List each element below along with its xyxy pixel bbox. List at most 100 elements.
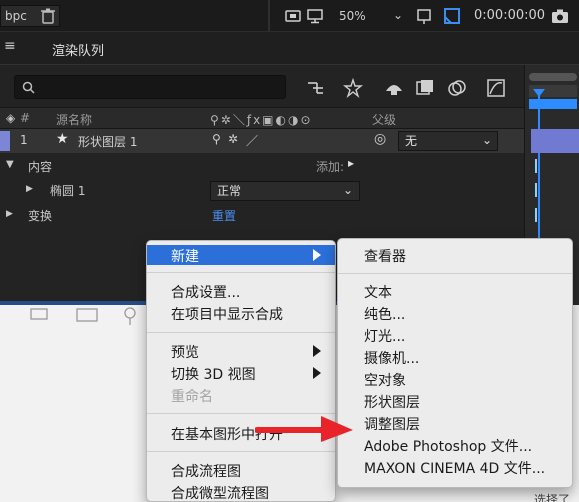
layer-name[interactable]: 形状图层 1 [78, 133, 137, 150]
context-menu: 新建 合成设置... 在项目中显示合成 预览 切换 3D 视图 重命名 在基本图… [146, 240, 336, 502]
menu-item-composition-flowchart[interactable]: 合成流程图 [147, 460, 335, 480]
label-color-swatch[interactable] [0, 131, 10, 151]
menu-separator [147, 332, 335, 333]
transparency-grid-icon[interactable] [442, 6, 462, 26]
menu-item-photoshop-file[interactable]: Adobe Photoshop 文件... [338, 435, 572, 455]
menu-item-label: 空对象 [364, 373, 406, 389]
column-source-name[interactable]: 源名称 [56, 111, 92, 128]
menu-item-label: MAXON CINEMA 4D 文件... [364, 461, 546, 477]
layer-row[interactable]: 1 ★ 形状图层 1 ⚲ ✲ ／ ◎ 无 ⌄ [0, 129, 528, 153]
menu-item-shape-layer[interactable]: 形状图层 [338, 391, 572, 411]
blend-mode-value: 正常 [217, 184, 242, 198]
menu-item-label: 新建 [171, 249, 199, 265]
parent-value: 无 [405, 134, 418, 148]
ellipse-row[interactable]: ▶ 椭圆 1 正常 ⌄ [0, 179, 528, 203]
composition-flowchart-icon[interactable] [305, 77, 327, 99]
layer-search-input[interactable] [14, 75, 286, 99]
frame-blending-icon[interactable] [414, 77, 436, 99]
ellipse-label: 椭圆 1 [50, 184, 86, 198]
column-parent[interactable]: 父级 [372, 111, 396, 128]
draft-3d-icon[interactable] [342, 77, 364, 99]
blend-mode-dropdown[interactable]: 正常 ⌄ [210, 181, 360, 201]
monitor-icon[interactable] [305, 6, 325, 26]
chevron-down-icon: ⌄ [392, 8, 403, 22]
zoom-dropdown[interactable]: 50% ⌄ [330, 5, 408, 27]
menu-item-solid[interactable]: 纯色... [338, 303, 572, 323]
shy-switch-icon[interactable]: ⚲ [212, 132, 221, 146]
timecode[interactable]: 0:00:00:00 [474, 8, 545, 23]
menu-item-composition-mini-flowchart[interactable]: 合成微型流程图 [147, 482, 335, 502]
reset-link[interactable]: 重置 [212, 207, 236, 224]
menu-item-viewer[interactable]: 查看器 [338, 245, 572, 265]
annotation-arrow-icon [255, 416, 353, 442]
zoom-value: 50% [339, 9, 366, 23]
time-navigator[interactable] [529, 73, 577, 81]
menu-item-composition-settings[interactable]: 合成设置... [147, 281, 335, 301]
add-menu-button[interactable]: ▸ [348, 156, 354, 170]
menu-item-label: 切换 3D 视图 [171, 367, 256, 383]
keyframe-marker [535, 159, 537, 173]
submenu-arrow-icon [313, 249, 321, 261]
region-of-interest-icon[interactable] [414, 6, 434, 26]
contents-row[interactable]: ▼ 内容 添加: ▸ [0, 155, 528, 179]
quality-switch-icon[interactable]: ／ [246, 132, 258, 149]
menu-item-switch-3d-view[interactable]: 切换 3D 视图 [147, 363, 335, 383]
search-icon [22, 81, 35, 94]
collapse-switch-icon[interactable]: ✲ [228, 132, 238, 146]
transform-row[interactable]: ▶ 变换 重置 [0, 204, 528, 228]
menu-item-label: 文本 [364, 285, 392, 301]
chevron-down-icon: ⌄ [481, 133, 492, 147]
new-submenu: 查看器 文本 纯色... 灯光... 摄像机... 空对象 形状图层 调整图层 … [337, 238, 573, 488]
parent-dropdown[interactable]: 无 ⌄ [398, 131, 498, 151]
menu-separator [338, 273, 572, 274]
trash-icon[interactable] [38, 6, 58, 26]
timeline-search-row [0, 65, 528, 107]
menu-item-label: 摄像机... [364, 351, 420, 367]
menu-item-text[interactable]: 文本 [338, 281, 572, 301]
disclosure-triangle-closed-icon[interactable]: ▶ [6, 209, 13, 219]
menu-item-label: 在项目中显示合成 [171, 307, 283, 323]
work-area-bar[interactable] [529, 99, 577, 109]
menu-item-label: 重命名 [171, 389, 213, 405]
menu-item-label: Adobe Photoshop 文件... [364, 439, 533, 455]
disclosure-triangle-closed-icon[interactable]: ▶ [26, 184, 33, 194]
menu-item-null-object[interactable]: 空对象 [338, 369, 572, 389]
after-effects-window: bpc 50% ⌄ 0:00:00:00 ≡ 渲染队列 ◈ # 源名称 ⚲✲＼ƒ… [0, 0, 579, 502]
transform-label: 变换 [28, 209, 53, 223]
camera-icon[interactable] [550, 6, 570, 26]
menu-item-label: 合成设置... [171, 285, 241, 301]
menu-item-preview[interactable]: 预览 [147, 341, 335, 361]
disclosure-triangle-open-icon[interactable]: ▼ [6, 159, 14, 170]
menu-item-label: 形状图层 [364, 395, 420, 411]
shy-layers-icon[interactable] [383, 77, 405, 99]
menu-item-light[interactable]: 灯光... [338, 325, 572, 345]
pick-whip-icon[interactable]: ◎ [374, 131, 386, 147]
submenu-arrow-icon [313, 367, 321, 379]
keyframe-marker [535, 183, 537, 197]
chevron-down-icon: ⌄ [342, 183, 353, 197]
menu-item-label: 合成流程图 [171, 464, 241, 480]
menu-separator [147, 272, 335, 273]
menu-item-adjustment-layer[interactable]: 调整图层 [338, 413, 572, 433]
menu-item-cinema4d-file[interactable]: MAXON CINEMA 4D 文件... [338, 457, 572, 477]
tab-render-queue[interactable]: 渲染队列 [52, 40, 104, 59]
menu-separator [147, 451, 335, 452]
menu-item-label: 预览 [171, 345, 199, 361]
column-number[interactable]: # [20, 111, 30, 125]
menu-item-reveal-in-project[interactable]: 在项目中显示合成 [147, 303, 335, 323]
panel-menu-icon[interactable]: ≡ [4, 38, 16, 54]
menu-item-new[interactable]: 新建 [147, 245, 335, 265]
microphone-icon [124, 307, 136, 325]
snapshot-icon[interactable] [283, 6, 303, 26]
panel-tab-bar: ≡ 渲染队列 [0, 32, 579, 65]
menu-item-label: 查看器 [364, 249, 406, 265]
toolbar-divider [268, 0, 270, 32]
graph-editor-icon[interactable] [485, 77, 507, 99]
output-icon [76, 308, 98, 322]
add-label: 添加: [316, 160, 345, 174]
motion-blur-icon[interactable] [446, 77, 468, 99]
menu-item-camera[interactable]: 摄像机... [338, 347, 572, 367]
menu-item-label: 纯色... [364, 307, 406, 323]
menu-item-label: 灯光... [364, 329, 406, 345]
layer-duration-bar[interactable] [531, 129, 579, 153]
